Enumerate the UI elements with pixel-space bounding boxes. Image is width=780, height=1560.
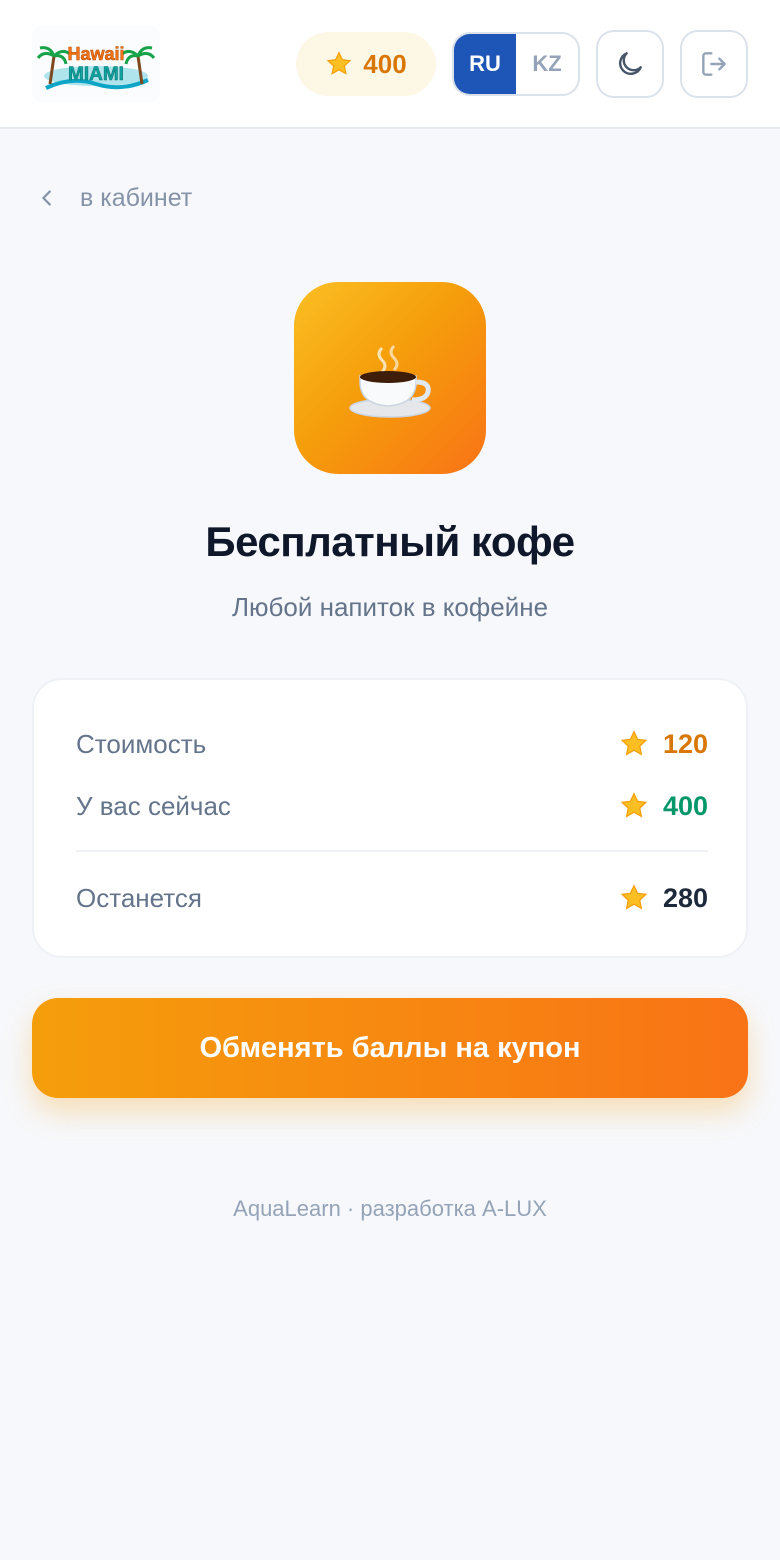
- star-icon: [326, 51, 352, 75]
- current-balance-label: У вас сейчас: [76, 790, 231, 821]
- remaining-value: 280: [662, 882, 708, 913]
- points-summary-card: Стоимость 120 У вас сейчас 400 Останется…: [32, 678, 748, 958]
- remaining-value-group: 280: [619, 883, 708, 914]
- logo-text-bottom: MIAMI: [68, 64, 124, 85]
- remaining-row: Останется 280: [76, 878, 708, 918]
- current-balance-value-group: 400: [619, 791, 708, 822]
- cost-value: 120: [662, 728, 708, 759]
- reward-icon-tile: [294, 282, 486, 474]
- language-switcher: RU KZ: [452, 32, 580, 96]
- exchange-points-button[interactable]: Обменять баллы на купон: [32, 998, 748, 1098]
- reward-subtitle: Любой напиток в кофейне: [231, 592, 549, 622]
- cost-label: Стоимость: [76, 728, 207, 759]
- back-link-label: в кабинет: [80, 183, 193, 212]
- cost-row: Стоимость 120: [76, 724, 708, 764]
- logout-icon: [702, 52, 726, 76]
- current-balance-row: У вас сейчас 400: [76, 786, 708, 826]
- language-ru-button[interactable]: RU: [454, 34, 516, 94]
- logout-button[interactable]: [680, 30, 748, 98]
- card-divider: [76, 850, 708, 852]
- coffee-cup-icon: [349, 344, 431, 418]
- points-balance: 400: [296, 32, 436, 96]
- language-kz-button[interactable]: KZ: [516, 34, 578, 94]
- current-balance-value: 400: [662, 790, 708, 821]
- theme-toggle-button[interactable]: [596, 30, 664, 98]
- top-header: Hawaii MIAMI 400 RU KZ: [0, 0, 780, 129]
- footer-credits: AquaLearn · разработка A-LUX: [233, 1196, 547, 1221]
- back-to-cabinet-link[interactable]: в кабинет: [36, 178, 192, 218]
- brand-logo[interactable]: Hawaii MIAMI: [32, 26, 160, 102]
- star-icon: [620, 730, 648, 756]
- points-value: 400: [363, 48, 407, 79]
- reward-title: Бесплатный кофе: [205, 518, 575, 565]
- moon-icon: [619, 52, 642, 75]
- star-icon: [620, 792, 648, 818]
- cost-value-group: 120: [619, 729, 708, 760]
- star-icon: [620, 884, 648, 910]
- remaining-label: Останется: [76, 882, 202, 913]
- chevron-left-icon: [42, 190, 51, 206]
- logo-text-top: Hawaii: [67, 44, 124, 64]
- hawaii-miami-logo-icon: Hawaii MIAMI: [36, 44, 156, 90]
